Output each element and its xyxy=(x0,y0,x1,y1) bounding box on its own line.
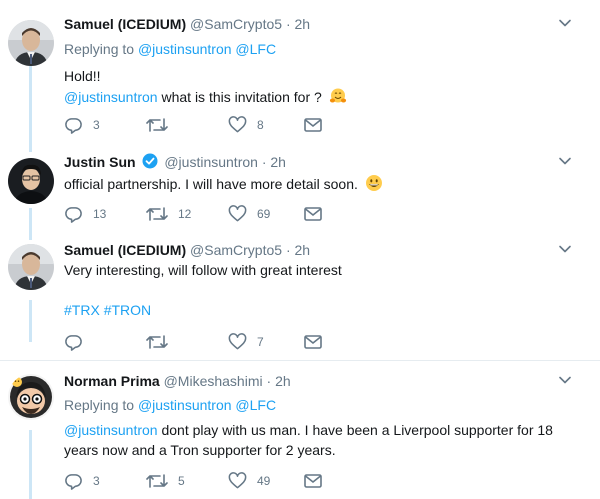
like-button[interactable]: 7 xyxy=(228,332,264,352)
timestamp[interactable]: 2h xyxy=(295,16,311,32)
reply-count: 3 xyxy=(93,474,100,488)
mention-link[interactable]: @justinsuntron xyxy=(64,422,158,438)
retweet-count: 12 xyxy=(178,207,192,221)
chevron-down-icon[interactable] xyxy=(558,16,572,30)
tweet-text: @justinsuntron dont play with us man. I … xyxy=(64,422,553,438)
hashtag-link[interactable]: #TRON xyxy=(104,302,151,318)
chevron-down-icon[interactable] xyxy=(558,242,572,256)
separator-dot: · xyxy=(285,16,291,32)
heart-icon xyxy=(228,205,247,222)
hugging-face-emoji-icon xyxy=(329,88,346,103)
tweet-2[interactable]: Justin Sun @justinsuntron · 2h official … xyxy=(0,152,600,240)
like-count: 49 xyxy=(257,474,271,488)
retweet-button[interactable]: 5 xyxy=(146,471,185,491)
retweet-icon xyxy=(146,118,168,132)
avatar[interactable] xyxy=(8,158,54,204)
mention-link[interactable]: @justinsuntron xyxy=(64,89,158,105)
message-button[interactable] xyxy=(304,115,322,135)
envelope-icon xyxy=(304,207,322,221)
hashtags: #TRX #TRON xyxy=(64,301,151,319)
author-name[interactable]: Samuel (ICEDIUM) xyxy=(64,242,186,258)
replying-user-link[interactable]: @justinsuntron xyxy=(138,41,232,57)
retweet-icon xyxy=(146,335,168,349)
like-button[interactable]: 69 xyxy=(228,204,270,224)
timestamp[interactable]: 2h xyxy=(270,154,286,170)
retweet-button[interactable]: 12 xyxy=(146,204,191,224)
retweet-icon xyxy=(146,207,168,221)
avatar[interactable] xyxy=(8,244,54,290)
retweet-count: 5 xyxy=(178,474,185,488)
message-button[interactable] xyxy=(304,471,322,491)
envelope-icon xyxy=(304,118,322,132)
reply-icon xyxy=(65,334,82,351)
message-button[interactable] xyxy=(304,332,322,352)
author-name[interactable]: Samuel (ICEDIUM) xyxy=(64,16,186,32)
tweet-text: Hold!! xyxy=(64,68,101,84)
replying-user-link[interactable]: @LFC xyxy=(235,41,276,57)
reply-icon xyxy=(65,117,82,134)
envelope-icon xyxy=(304,474,322,488)
like-count: 69 xyxy=(257,207,271,221)
retweet-button[interactable] xyxy=(146,115,178,135)
like-button[interactable]: 8 xyxy=(228,115,264,135)
author-handle[interactable]: @justinsuntron xyxy=(164,154,258,170)
reply-button[interactable]: 13 xyxy=(64,204,106,224)
author-name[interactable]: Justin Sun xyxy=(64,154,136,170)
reply-button[interactable]: 3 xyxy=(64,471,100,491)
grinning-face-emoji-icon xyxy=(365,175,382,191)
replying-to: Replying to @justinsuntron @LFC xyxy=(64,41,277,57)
heart-icon xyxy=(228,472,247,489)
avatar[interactable] xyxy=(8,374,54,420)
hashtag-link[interactable]: #TRX xyxy=(64,302,100,318)
replying-user-link[interactable]: @LFC xyxy=(235,397,276,413)
tweet-3[interactable]: Samuel (ICEDIUM) @SamCrypto5 · 2h Very i… xyxy=(0,240,600,358)
tweet-1[interactable]: Samuel (ICEDIUM) @SamCrypto5 · 2h Replyi… xyxy=(0,0,600,152)
chevron-down-icon[interactable] xyxy=(558,373,572,387)
author-handle[interactable]: @SamCrypto5 xyxy=(190,242,282,258)
verified-badge-icon xyxy=(142,153,158,169)
reply-count: 13 xyxy=(93,207,107,221)
replying-to: Replying to @justinsuntron @LFC xyxy=(64,397,277,413)
like-count: 8 xyxy=(257,118,264,132)
reply-button[interactable]: 3 xyxy=(64,115,100,135)
avatar[interactable] xyxy=(8,20,54,66)
tweet-text: years now and a Tron supporter for 2 yea… xyxy=(64,442,336,458)
tweet-text: official partnership. I will have more d… xyxy=(64,174,383,193)
like-button[interactable]: 49 xyxy=(228,471,270,491)
author-handle[interactable]: @SamCrypto5 xyxy=(190,16,282,32)
retweet-icon xyxy=(146,474,168,488)
reply-icon xyxy=(65,473,82,490)
tweet-4[interactable]: Norman Prima @Mikeshashimi · 2h Replying… xyxy=(0,361,600,499)
tweet-text: @justinsuntron what is this invitation f… xyxy=(64,87,347,106)
tweet-text: Very interesting, will follow with great… xyxy=(64,262,342,278)
timestamp[interactable]: 2h xyxy=(295,242,311,258)
replying-user-link[interactable]: @justinsuntron xyxy=(138,397,232,413)
reply-icon xyxy=(65,206,82,223)
message-button[interactable] xyxy=(304,204,322,224)
envelope-icon xyxy=(304,335,322,349)
chevron-down-icon[interactable] xyxy=(558,154,572,168)
separator-dot: · xyxy=(261,154,267,170)
like-count: 7 xyxy=(257,335,264,349)
author-name[interactable]: Norman Prima xyxy=(64,373,160,389)
heart-icon xyxy=(228,116,247,133)
separator-dot: · xyxy=(285,242,291,258)
reply-button[interactable] xyxy=(64,332,93,352)
retweet-button[interactable] xyxy=(146,332,178,352)
separator-dot: · xyxy=(266,373,272,389)
author-handle[interactable]: @Mikeshashimi xyxy=(164,373,263,389)
heart-icon xyxy=(228,333,247,350)
reply-count: 3 xyxy=(93,118,100,132)
timestamp[interactable]: 2h xyxy=(275,373,291,389)
